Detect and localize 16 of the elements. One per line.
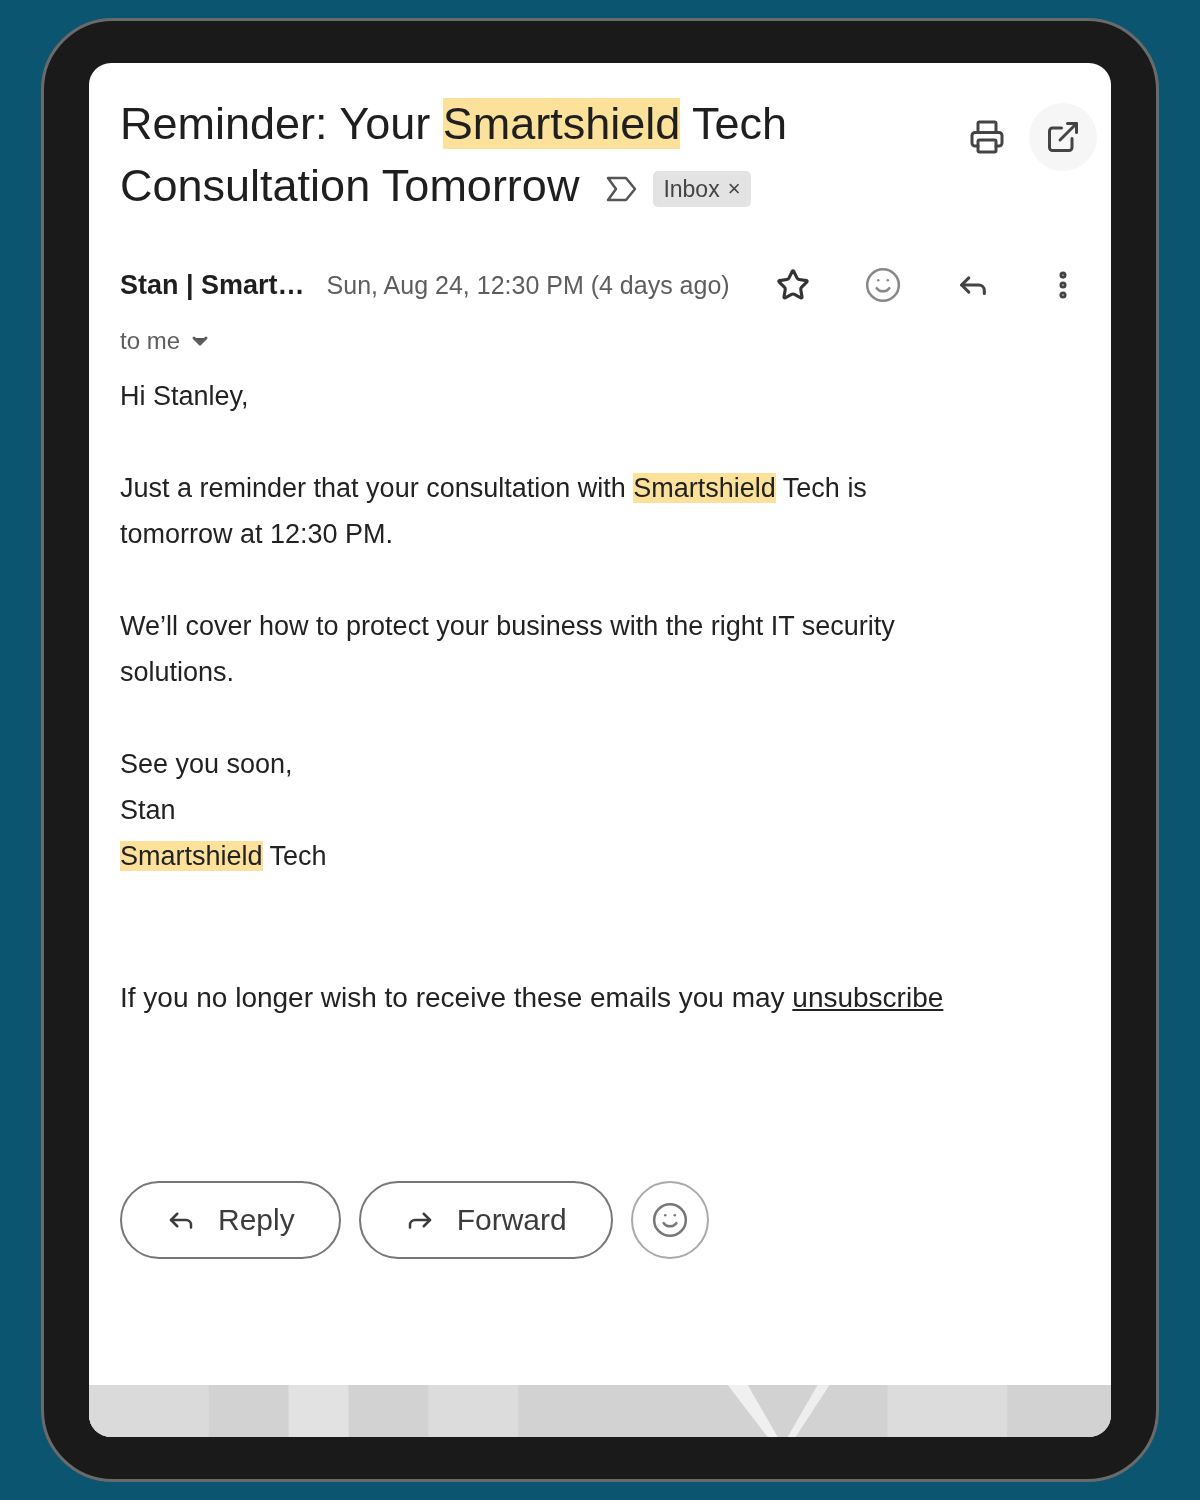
email-subject: Reminder: Your Smartshield Tech Consultation Tomorrow Inbox × xyxy=(120,97,789,213)
recipient-dropdown[interactable]: to me xyxy=(120,327,213,355)
inbox-label-chip[interactable]: Inbox × xyxy=(653,171,751,208)
reply-button[interactable]: Reply xyxy=(120,1181,341,1259)
smiley-icon xyxy=(650,1201,689,1239)
body-paragraph: Just a reminder that your consultation with Smartshield Tech is tomorrow at 12:30 PM. xyxy=(120,472,868,551)
signature-line: Smartshield Tech xyxy=(120,840,328,873)
unsubscribe-notice: If you no longer wish to receive these emails you may unsubscribe xyxy=(120,981,945,1015)
sender-name: Stan | Smart… xyxy=(120,269,305,301)
body-paragraph: Hi Stanley, xyxy=(120,380,250,413)
signature-line: See you soon, xyxy=(120,748,294,781)
unsubscribe-link[interactable]: unsubscribe xyxy=(792,982,944,1013)
body-paragraph: We’ll cover how to protect your business with the right IT security solutions. xyxy=(120,610,896,689)
email-date: Sun, Aug 24, 12:30 PM (4 days ago) xyxy=(326,270,730,300)
forward-button[interactable]: Forward xyxy=(358,1181,613,1259)
signature-line: Stan xyxy=(120,794,177,827)
